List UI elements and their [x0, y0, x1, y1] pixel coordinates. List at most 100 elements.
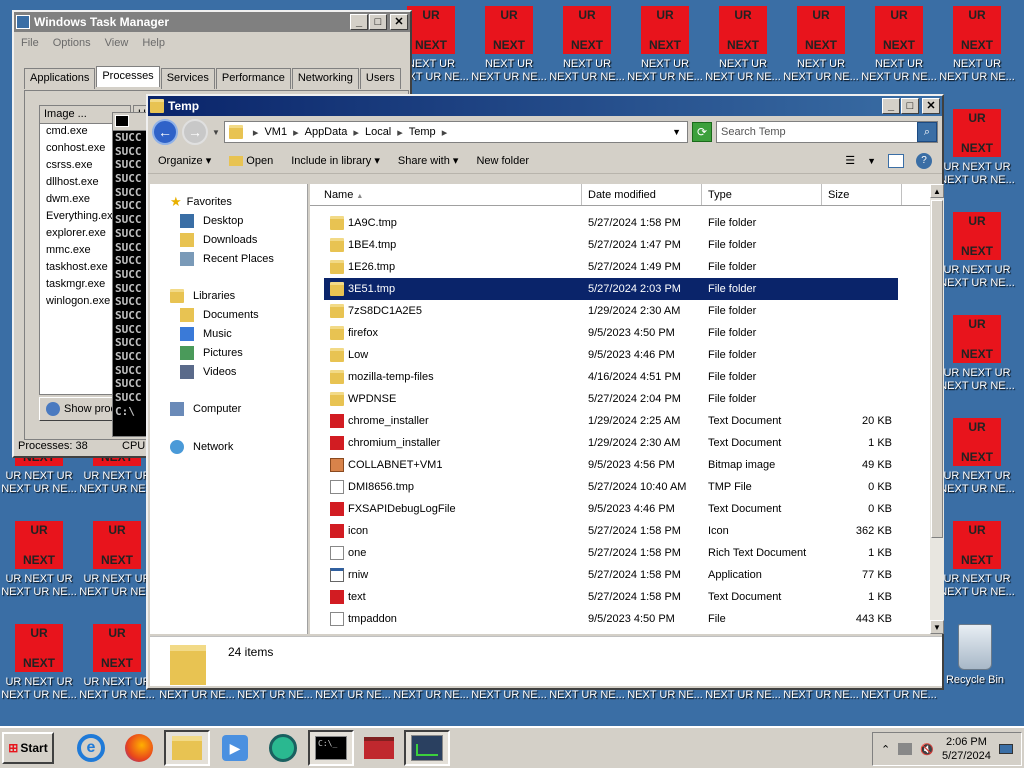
- file-row[interactable]: 1E26.tmp 5/27/2024 1:49 PM File folder: [324, 256, 898, 278]
- file-row[interactable]: 7zS8DC1A2E5 1/29/2024 2:30 AM File folder: [324, 300, 898, 322]
- column-name[interactable]: Name ▲: [310, 184, 582, 205]
- nav-libraries[interactable]: Libraries: [150, 286, 307, 305]
- media-player-icon[interactable]: ▶: [212, 730, 258, 766]
- desktop-shortcut-label[interactable]: NEXT UR NE...: [314, 689, 392, 701]
- desktop-shortcut-icon[interactable]: UR NEXT NEXT UR NEXT UR NE...: [626, 6, 704, 106]
- file-row[interactable]: tmpaddon 9/5/2023 4:50 PM File 443 KB: [324, 608, 898, 630]
- file-row[interactable]: 1BE4.tmp 5/27/2024 1:47 PM File folder: [324, 234, 898, 256]
- breadcrumb-separator[interactable]: ▸: [442, 126, 448, 139]
- share-with-menu[interactable]: Share with ▾: [398, 154, 459, 167]
- nav-computer[interactable]: Computer: [150, 399, 307, 418]
- tab-services[interactable]: Services: [160, 68, 215, 89]
- help-icon[interactable]: ?: [916, 152, 932, 169]
- recent-pages-dropdown[interactable]: ▼: [212, 128, 220, 137]
- search-icon[interactable]: ⌕: [917, 122, 937, 142]
- file-row[interactable]: 3E51.tmp 5/27/2024 2:03 PM File folder: [324, 278, 898, 300]
- address-bar[interactable]: ▸ VM1 ▸ AppData ▸ Local ▸ Temp ▸ ▼: [223, 121, 688, 143]
- task-manager-taskbar-button[interactable]: [404, 730, 450, 766]
- recycle-bin-icon[interactable]: Recycle Bin: [936, 624, 1014, 724]
- forward-button[interactable]: →: [182, 119, 208, 145]
- desktop-shortcut-icon[interactable]: UR NEXT NEXT UR NEXT UR NE...: [938, 6, 1016, 106]
- show-hidden-icons-chevron[interactable]: ⌃: [881, 743, 890, 756]
- tab-performance[interactable]: Performance: [215, 68, 291, 89]
- desktop-shortcut-icon[interactable]: URNEXTUR NEXT URNEXT UR NE...: [938, 418, 1016, 518]
- desktop-shortcut-icon[interactable]: URNEXTUR NEXT URNEXT UR NE...: [0, 624, 78, 724]
- network-tray-icon[interactable]: [898, 743, 913, 755]
- include-in-library-menu[interactable]: Include in library ▾: [291, 154, 380, 167]
- desktop-shortcut-icon[interactable]: UR NEXT NEXT UR NEXT UR NE...: [470, 6, 548, 106]
- view-options-dropdown[interactable]: ▼: [867, 156, 876, 166]
- chat-app-icon[interactable]: [260, 730, 306, 766]
- column-size[interactable]: Size: [822, 184, 902, 205]
- desktop-shortcut-label[interactable]: NEXT UR NE...: [236, 689, 314, 701]
- minimize-button[interactable]: _: [350, 14, 368, 30]
- desktop-shortcut-icon[interactable]: URNEXTUR NEXT URNEXT UR NE...: [0, 521, 78, 621]
- desktop-shortcut-label[interactable]: NEXT UR NE...: [548, 689, 626, 701]
- file-row[interactable]: Low 9/5/2023 4:46 PM File folder: [324, 344, 898, 366]
- desktop-shortcut-icon[interactable]: UR NEXT NEXT UR NEXT UR NE...: [782, 6, 860, 106]
- file-row[interactable]: COLLABNET+VM1 9/5/2023 4:56 PM Bitmap imag…: [324, 454, 898, 476]
- file-row[interactable]: FXSAPIDebugLogFile 9/5/2023 4:46 PM Text D…: [324, 498, 898, 520]
- menu-file[interactable]: File: [21, 37, 39, 49]
- close-button[interactable]: ✕: [922, 98, 940, 114]
- desktop-shortcut-label[interactable]: NEXT UR NE...: [470, 689, 548, 701]
- show-desktop-icon[interactable]: [998, 744, 1013, 754]
- desktop-shortcut-label[interactable]: NEXT UR NE...: [860, 689, 938, 701]
- breadcrumb-item[interactable]: AppData: [305, 126, 348, 138]
- desktop-shortcut-label[interactable]: NEXT UR NE...: [782, 689, 860, 701]
- refresh-button[interactable]: ⟳: [692, 122, 712, 142]
- show-processes-button[interactable]: Show proc: [39, 397, 121, 421]
- tab-networking[interactable]: Networking: [291, 68, 359, 89]
- nav-favorites[interactable]: ★ Favorites: [150, 192, 307, 211]
- file-row[interactable]: chromium_installer 1/29/2024 2:30 AM Text …: [324, 432, 898, 454]
- nav-item-downloads[interactable]: Downloads: [150, 230, 307, 249]
- menu-help[interactable]: Help: [142, 37, 165, 49]
- cmd-window[interactable]: SUCC SUCC SUCC SUCC SUCC SUCC SUCC SUCC SUCC SUCC…: [112, 112, 150, 437]
- file-row[interactable]: chrome_installer 1/29/2024 2:25 AM Text Do…: [324, 410, 898, 432]
- nav-item-desktop[interactable]: Desktop: [150, 211, 307, 230]
- desktop-shortcut-icon[interactable]: URNEXTUR NEXT URNEXT UR NE...: [938, 109, 1016, 209]
- file-row[interactable]: 1A9C.tmp 5/27/2024 1:58 PM File folder: [324, 212, 898, 234]
- start-button[interactable]: ⊞ Start: [2, 732, 54, 764]
- file-list[interactable]: Name ▲ Date modified Type Size 1A9C.tmp 5…: [310, 184, 930, 634]
- nav-item-recent-places[interactable]: Recent Places: [150, 249, 307, 268]
- breadcrumb-item[interactable]: VM1: [264, 126, 287, 138]
- vertical-scrollbar[interactable]: ▲ ▼: [930, 184, 944, 634]
- desktop-shortcut-icon[interactable]: URNEXTUR NEXT URNEXT UR NE...: [938, 212, 1016, 312]
- desktop-shortcut-icon[interactable]: UR NEXT NEXT UR NEXT UR NE...: [704, 6, 782, 106]
- breadcrumb-separator[interactable]: ▸: [353, 126, 359, 139]
- cmd-titlebar[interactable]: [113, 113, 149, 131]
- desktop-shortcut-icon[interactable]: URNEXTUR NEXT URNEXT UR NE...: [78, 521, 156, 621]
- preview-pane-icon[interactable]: [888, 153, 904, 168]
- menu-options[interactable]: Options: [53, 37, 91, 49]
- clock[interactable]: 2:06 PM 5/27/2024: [942, 735, 991, 763]
- tab-users[interactable]: Users: [359, 68, 401, 89]
- minimize-button[interactable]: _: [882, 98, 900, 114]
- file-row[interactable]: rniw 5/27/2024 1:58 PM Application 77 KB: [324, 564, 898, 586]
- column-type[interactable]: Type: [702, 184, 822, 205]
- breadcrumb-separator[interactable]: ▸: [293, 126, 299, 139]
- desktop-shortcut-label[interactable]: NEXT UR NE...: [704, 689, 782, 701]
- windows-explorer-taskbar-button[interactable]: [164, 730, 210, 766]
- desktop-shortcut-label[interactable]: NEXT UR NE...: [626, 689, 704, 701]
- file-row[interactable]: mozilla-temp-files 4/16/2024 4:51 PM File …: [324, 366, 898, 388]
- file-row[interactable]: DMI8656.tmp 5/27/2024 10:40 AM TMP File 0 K…: [324, 476, 898, 498]
- volume-muted-icon[interactable]: 🔇: [920, 743, 934, 756]
- tab-applications[interactable]: Applications: [24, 68, 96, 89]
- close-button[interactable]: ✕: [390, 14, 408, 30]
- file-row[interactable]: text 5/27/2024 1:58 PM Text Document 1 KB: [324, 586, 898, 608]
- firefox-icon[interactable]: [116, 730, 162, 766]
- nav-item-music[interactable]: Music: [150, 324, 307, 343]
- internet-explorer-icon[interactable]: e: [68, 730, 114, 766]
- file-row[interactable]: firefox 9/5/2023 4:50 PM File folder: [324, 322, 898, 344]
- desktop-shortcut-icon[interactable]: UR NEXT NEXT UR NEXT UR NE...: [548, 6, 626, 106]
- maximize-button[interactable]: □: [369, 14, 387, 30]
- nav-item-documents[interactable]: Documents: [150, 305, 307, 324]
- toolbox-icon[interactable]: [356, 730, 402, 766]
- search-box[interactable]: Search Temp ⌕: [716, 121, 938, 143]
- nav-item-pictures[interactable]: Pictures: [150, 343, 307, 362]
- desktop-shortcut-label[interactable]: NEXT UR NE...: [392, 689, 470, 701]
- maximize-button[interactable]: □: [901, 98, 919, 114]
- nav-item-videos[interactable]: Videos: [150, 362, 307, 381]
- breadcrumb-item[interactable]: Local: [365, 126, 391, 138]
